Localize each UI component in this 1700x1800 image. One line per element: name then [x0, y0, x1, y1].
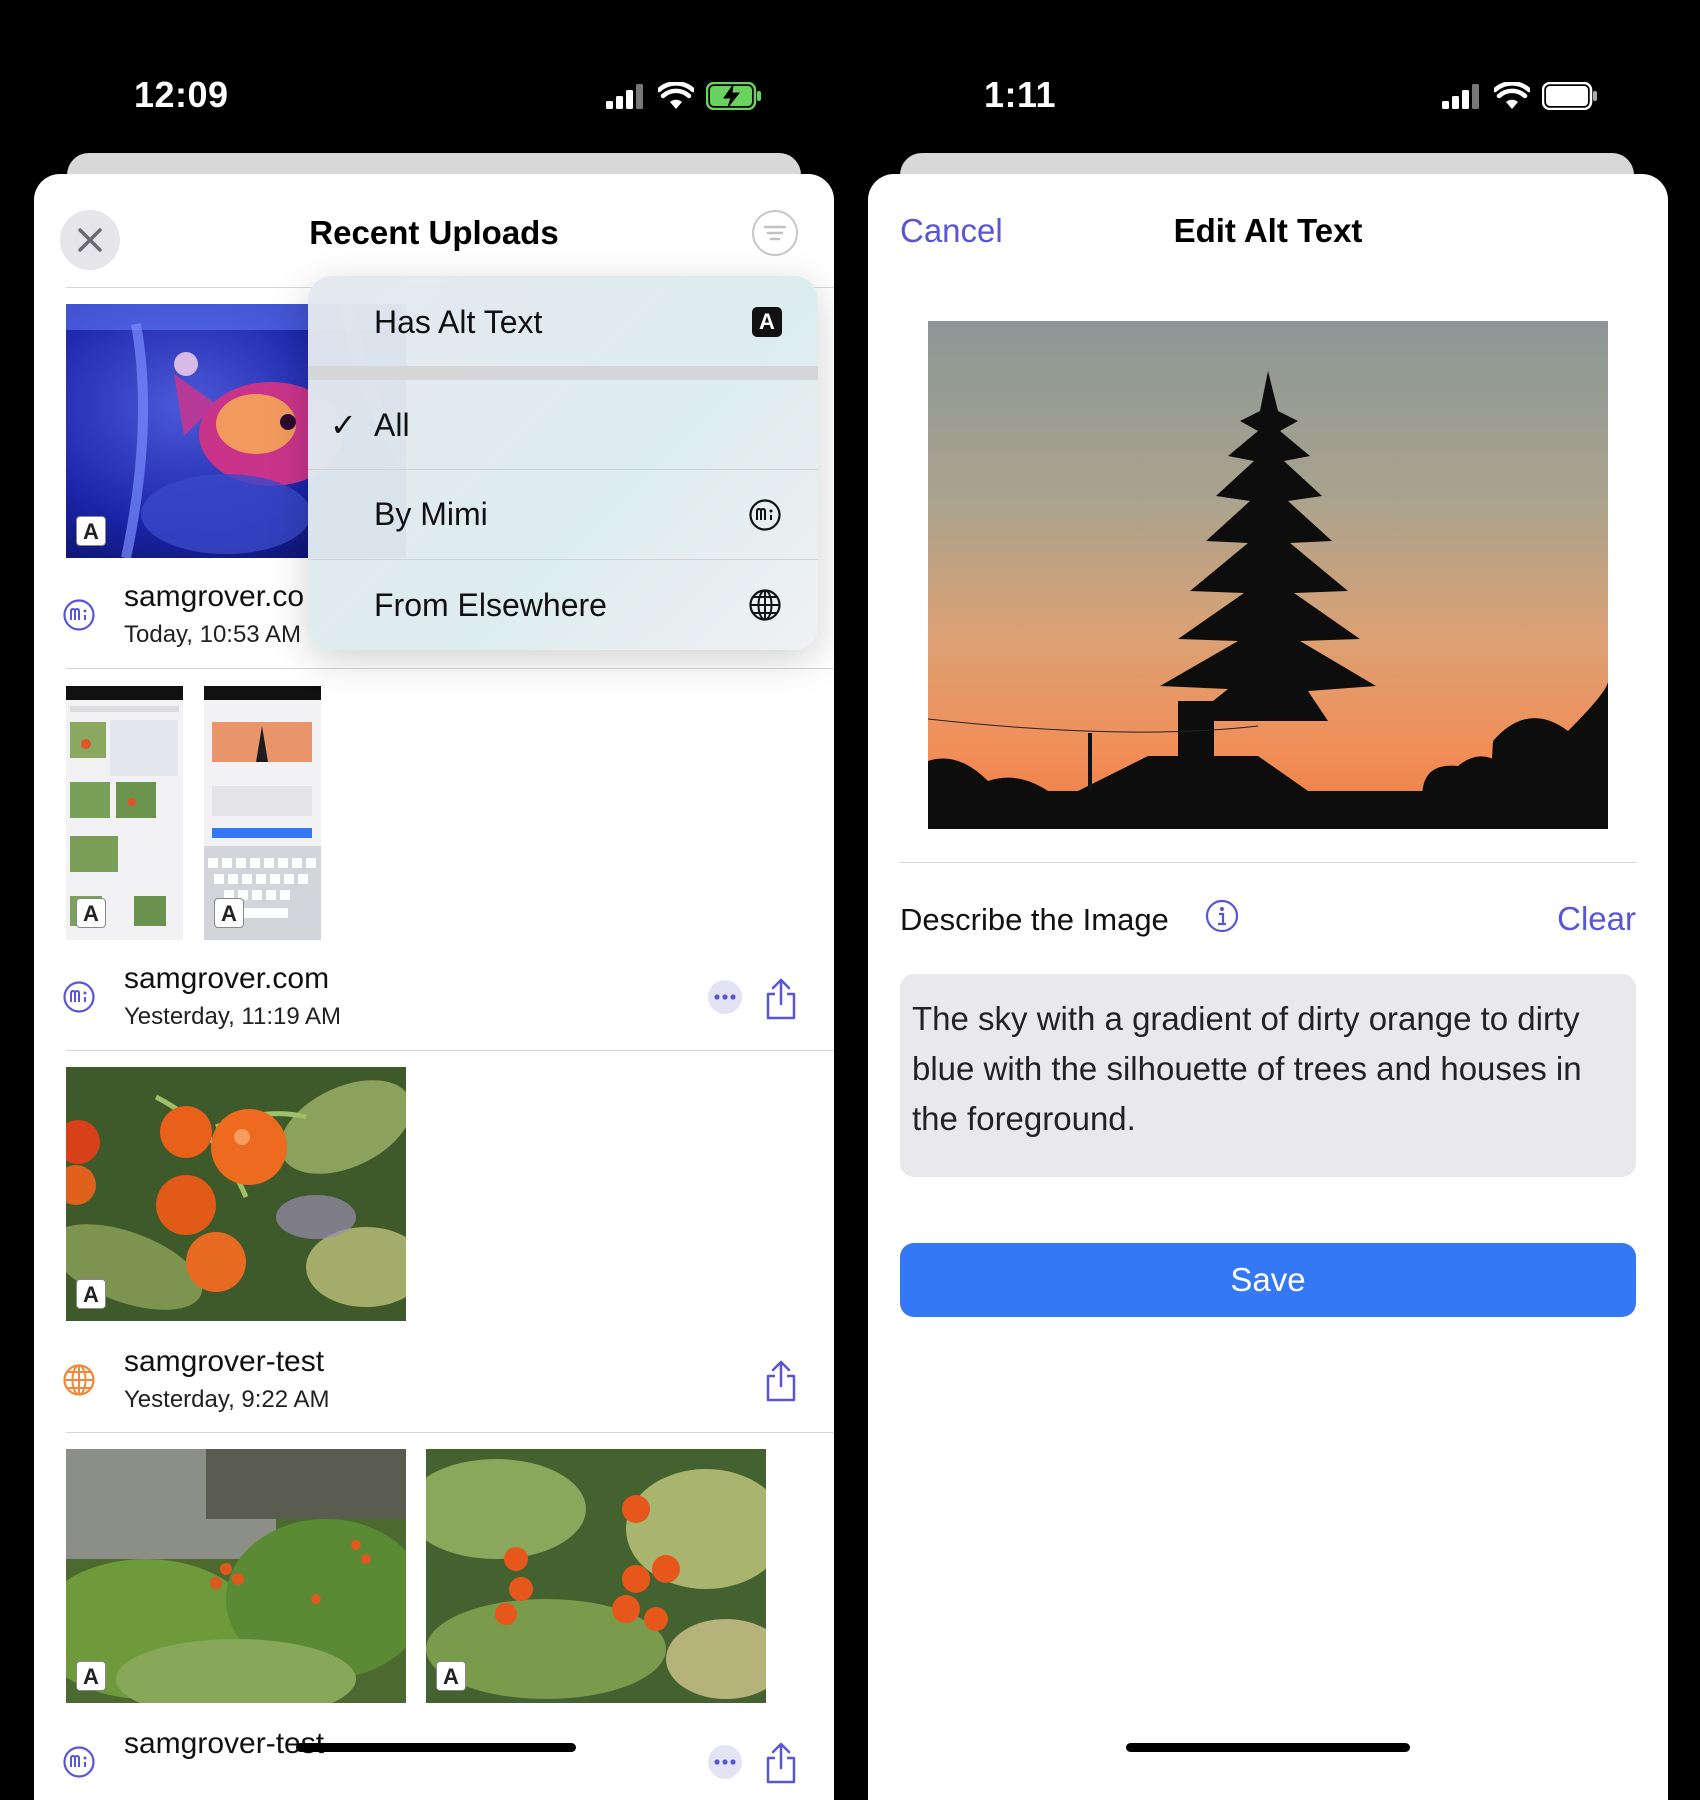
status-icons [1442, 82, 1598, 110]
ellipsis-icon [714, 994, 736, 1000]
divider [66, 668, 834, 669]
alt-text-badge-icon: A [752, 307, 782, 337]
alt-text-badge: A [76, 1279, 106, 1309]
more-button[interactable] [708, 1745, 742, 1779]
alt-text-field[interactable]: The sky with a gradient of dirty orange … [900, 974, 1636, 1177]
mimi-icon [63, 981, 95, 1013]
checkmark-icon: ✓ [330, 407, 357, 443]
alt-text-badge: A [436, 1661, 466, 1691]
upload-thumbnail-garden-2[interactable]: A [426, 1449, 766, 1703]
item-title: samgrover-test [124, 1345, 325, 1378]
menu-section-gap [308, 366, 818, 380]
item-title: samgrover.co [124, 580, 305, 613]
upload-thumbnail-tomatoes[interactable]: A [66, 1067, 406, 1321]
battery-icon [1542, 82, 1597, 110]
clear-button[interactable]: Clear [1557, 900, 1636, 938]
mimi-icon [63, 1746, 95, 1778]
item-date: Today, 10:53 AM [124, 621, 301, 648]
alt-text-badge: A [214, 898, 244, 928]
share-icon[interactable] [764, 1742, 798, 1784]
describe-label: Describe the Image [900, 902, 1169, 937]
item-date: Yesterday, 9:22 AM [124, 1386, 330, 1413]
image-preview [928, 321, 1608, 829]
alt-text-badge: A [76, 898, 106, 928]
divider [66, 1050, 834, 1051]
cancel-button[interactable]: Cancel [900, 212, 1003, 250]
menu-item-all[interactable]: ✓ All [308, 380, 818, 470]
mimi-icon [63, 599, 95, 631]
save-button[interactable]: Save [900, 1243, 1636, 1317]
menu-item-has-alt-text[interactable]: Has Alt Text A [308, 276, 818, 368]
ellipsis-icon [714, 1759, 736, 1765]
filter-icon [763, 225, 787, 241]
menu-item-by-mimi[interactable]: By Mimi [308, 470, 818, 559]
page-title: Recent Uploads [309, 214, 559, 251]
status-icons [606, 82, 762, 110]
edit-alt-text-sheet: Edit Alt Text Cancel Describe the Image … [868, 174, 1668, 1800]
left-status-bar: 12:09 [0, 70, 850, 120]
filter-menu: Has Alt Text A ✓ All By Mimi From Elsewh… [308, 276, 818, 650]
share-icon[interactable] [764, 1360, 798, 1402]
upload-thumbnail-screenshot-1[interactable]: A [66, 686, 183, 940]
cellular-icon [1442, 84, 1479, 109]
menu-item-label: By Mimi [374, 496, 488, 532]
wifi-icon [658, 82, 694, 109]
mimi-icon [749, 498, 781, 531]
filter-button[interactable] [752, 210, 798, 256]
more-button[interactable] [708, 980, 742, 1014]
wifi-icon [1494, 82, 1530, 109]
alt-text-badge: A [76, 1661, 106, 1691]
menu-item-label: All [374, 406, 410, 443]
menu-item-label: Has Alt Text [374, 303, 543, 340]
divider [66, 1432, 834, 1433]
alt-text-badge: A [76, 516, 106, 546]
globe-icon [63, 1364, 95, 1396]
divider [900, 862, 1636, 863]
menu-item-from-elsewhere[interactable]: From Elsewhere [308, 560, 818, 650]
item-date: Yesterday, 11:19 AM [124, 1003, 342, 1030]
info-icon[interactable] [1205, 899, 1239, 933]
item-title: samgrover-test [124, 1727, 325, 1760]
item-title: samgrover.com [124, 962, 330, 995]
right-status-bar: 1:11 [850, 70, 1700, 120]
home-indicator [296, 1743, 576, 1752]
menu-item-label: From Elsewhere [374, 586, 607, 623]
upload-thumbnail-screenshot-2[interactable]: A [204, 686, 321, 940]
recent-uploads-sheet: Recent Uploads A samgrover.co Today, 10:… [34, 174, 834, 1800]
battery-charging-icon [706, 82, 761, 110]
home-indicator [1126, 1743, 1410, 1752]
cellular-icon [606, 84, 643, 109]
share-icon[interactable] [764, 978, 798, 1020]
status-time: 12:09 [134, 74, 229, 115]
status-time: 1:11 [984, 74, 1057, 115]
upload-thumbnail-garden-1[interactable]: A [66, 1449, 406, 1703]
globe-icon [749, 589, 781, 621]
